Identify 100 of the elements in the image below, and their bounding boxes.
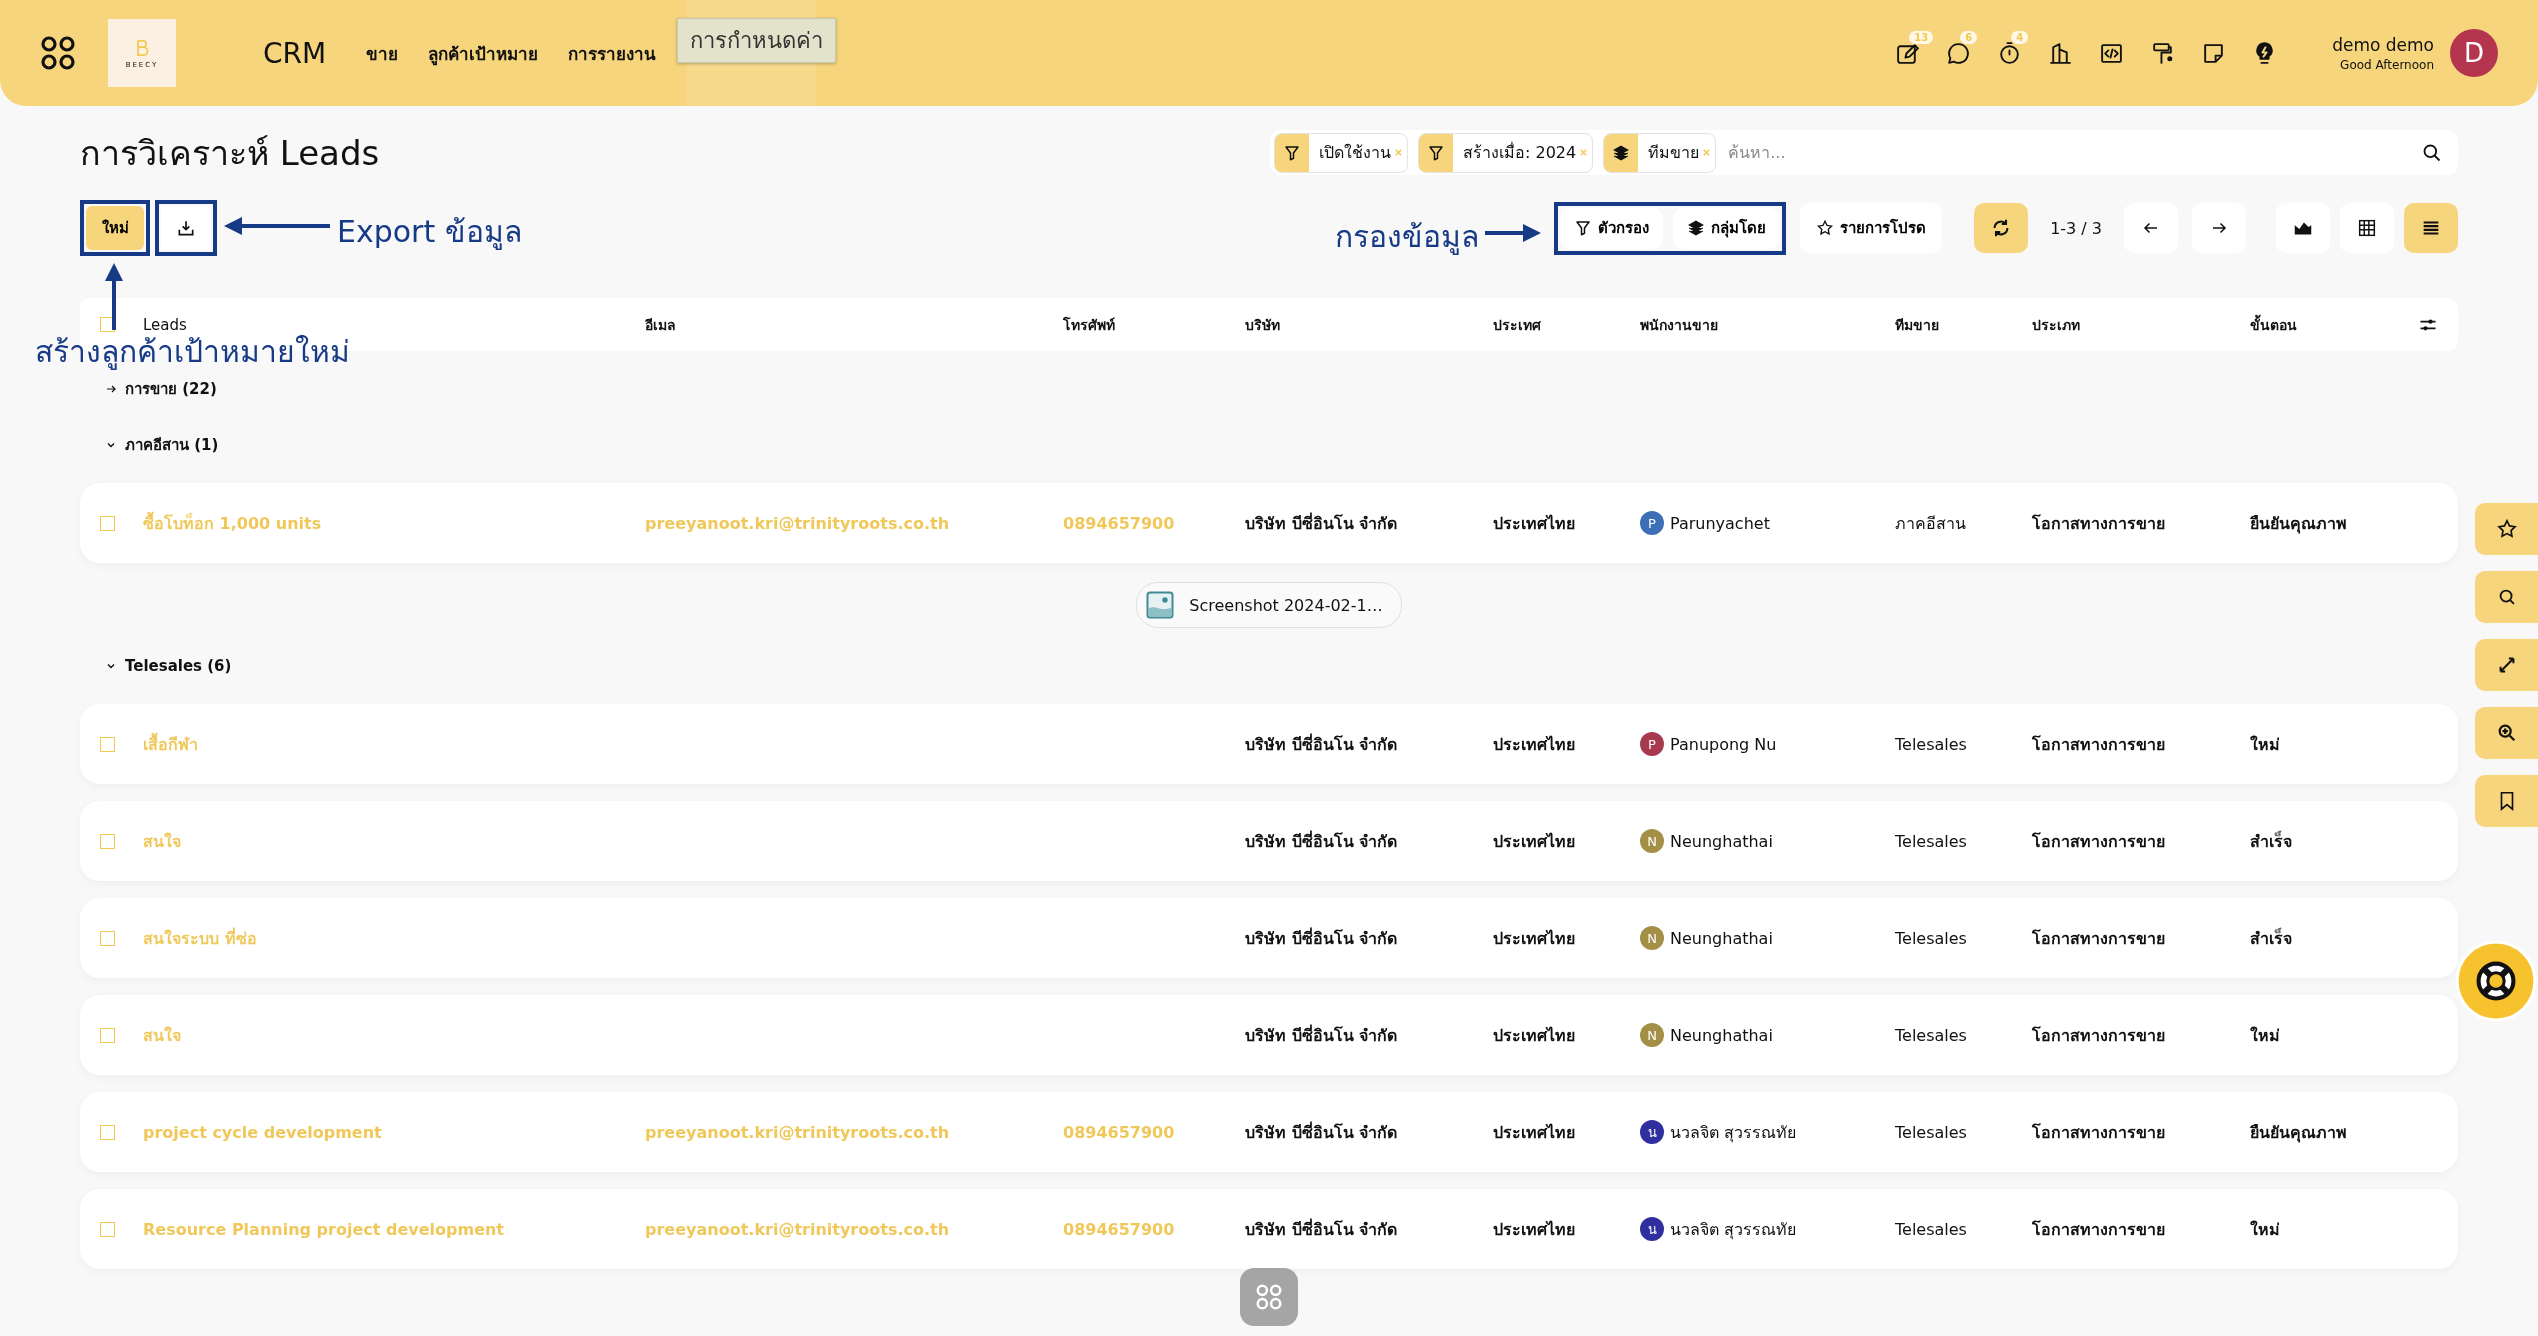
table-row[interactable]: สนใจระบบ ที่ซ่อ บริษัท บีซี่อินโน จำกัด ประเทศไทย N Neunghathai Telesales โอกาสทางการขาย สำเร็จ: [80, 898, 2458, 978]
table-cell-text: ประเทศไทย: [1493, 1218, 1575, 1241]
nav-item[interactable]: ขาย: [366, 39, 399, 67]
lead-name: Resource Planning project development: [143, 1219, 504, 1239]
table-cell: Telesales: [1895, 1122, 1967, 1142]
nav-item[interactable]: การรายงาน: [568, 39, 657, 67]
table-cell-text: สำเร็จ: [2250, 829, 2292, 853]
table-cell-text: ประเทศไทย: [1493, 1024, 1575, 1047]
table-cell-text: ประเทศไทย: [1493, 512, 1575, 535]
group-header[interactable]: ภาคอีสาน (1): [80, 427, 219, 463]
table-row[interactable]: Resource Planning project development preeyanoot.kri@trinityroots.co.th 0894657900 บริษัท บีซี่อินโน จำกัด ประเทศไทย น นวลจิต สุวรรณทัย Telesales โอกาสทางการขาย ใหม่: [80, 1189, 2458, 1269]
side-button[interactable]: [2475, 503, 2538, 555]
layers-icon: [1612, 143, 1631, 162]
table-cell-text: โอกาสทางการขาย: [2032, 1121, 2165, 1144]
chat-bubble-icon[interactable]: [1946, 40, 1972, 66]
user-name[interactable]: demo demo: [2332, 34, 2434, 55]
apps-icon[interactable]: [40, 35, 76, 71]
arrow-right-icon: [105, 383, 117, 395]
view-switch-tab[interactable]: [2404, 203, 2458, 253]
table-cell-text: ใหม่: [2250, 1218, 2280, 1241]
row-checkbox[interactable]: [100, 1124, 115, 1140]
side-button[interactable]: [2475, 707, 2538, 759]
side-button[interactable]: [2475, 775, 2538, 827]
count-badge: 6: [1960, 30, 1978, 44]
column-header[interactable]: บริษัท: [1245, 313, 1493, 336]
screenshot-thumbnail[interactable]: Screenshot 2024-02-1…: [1136, 582, 1402, 628]
filter-facet[interactable]: เปิดใช้งาน: [1274, 132, 1408, 173]
row-checkbox[interactable]: [100, 736, 115, 752]
table-row[interactable]: สนใจ บริษัท บีซี่อินโน จำกัด ประเทศไทย N Neunghathai Telesales โอกาสทางการขาย สำเร็จ: [80, 801, 2458, 881]
column-header[interactable]: ทีมขาย: [1895, 313, 2032, 336]
download-icon: [176, 218, 196, 238]
table-cell-text: โอกาสทางการขาย: [2032, 927, 2165, 950]
search-icon[interactable]: [2422, 142, 2442, 163]
salesperson-name: Neunghathai: [1670, 831, 1773, 851]
table-cell-text: ภาคอีสาน: [1895, 512, 1966, 535]
table-cell-text: ประเทศไทย: [1493, 927, 1575, 950]
nav-item[interactable]: ลูกค้าเป้าหมาย: [428, 39, 539, 67]
table-cell-text: โอกาสทางการขาย: [2032, 733, 2165, 756]
row-checkbox[interactable]: [100, 1221, 115, 1237]
group-by-button[interactable]: กลุ่มโดย: [1673, 207, 1781, 249]
avatar-initial: น: [1640, 1217, 1664, 1241]
app-name[interactable]: CRM: [263, 36, 327, 70]
row-checkbox[interactable]: [100, 1027, 115, 1043]
table-cell: Telesales: [1895, 1025, 1967, 1045]
export-button[interactable]: [161, 206, 211, 250]
salesperson-name: นวลจิต สุวรรณทัย: [1670, 1218, 1797, 1242]
avatar-initial: N: [1640, 926, 1664, 950]
table-row[interactable]: project cycle development preeyanoot.kri@trinityroots.co.th 0894657900 บริษัท บีซี่อินโน จำกัด ประเทศไทย น นวลจิต สุวรรณทัย Telesales โอกาสทางการขาย ยืนยันคุณภาพ: [80, 1092, 2458, 1172]
phone-cell: 0894657900: [1063, 513, 1175, 533]
group-header[interactable]: Telesales (6): [80, 648, 232, 684]
lead-name: project cycle development: [143, 1122, 382, 1142]
email-cell: preeyanoot.kri@trinityroots.co.th: [645, 1219, 950, 1239]
refresh-button[interactable]: [1974, 203, 2029, 253]
filter-icon: [1574, 219, 1593, 237]
table-cell-text: โอกาสทางการขาย: [2032, 830, 2165, 853]
filter-facet[interactable]: ทีมขาย: [1603, 132, 1717, 173]
layers-icon: [1687, 219, 1706, 237]
row-checkbox[interactable]: [100, 930, 115, 946]
new-button[interactable]: ใหม่: [86, 206, 144, 250]
grid-table-icon: [2356, 217, 2378, 239]
table-row[interactable]: เสื้อกีฬา บริษัท บีซี่อินโน จำกัด ประเทศไทย P Panupong Nu Telesales โอกาสทางการขาย ใหม่: [80, 704, 2458, 784]
search-field[interactable]: เปิดใช้งาน สร้างเมื่อ: 2024 ทีมขาย ค้นหา...: [1270, 130, 2458, 175]
salesperson-name: นวลจิต สุวรรณทัย: [1670, 1121, 1797, 1145]
table-cell-text: โอกาสทางการขาย: [2032, 512, 2165, 535]
table-row[interactable]: ซื้อโบท็อก 1,000 units preeyanoot.kri@trinityroots.co.th 0894657900 บริษัท บีซี่อินโน จำกัด ประเทศไทย P Parunyachet ภาคอีสาน โอกาสทางการขาย ยืนยันคุณภาพ: [80, 483, 2458, 563]
column-header[interactable]: โทรศัพท์: [1063, 313, 1245, 336]
view-switch-tab[interactable]: [2340, 203, 2394, 253]
row-checkbox[interactable]: [100, 515, 115, 531]
group-header[interactable]: การขาย (22): [80, 371, 217, 407]
annotation-text: Export ข้อมูล: [337, 213, 522, 252]
filter-button[interactable]: ตัวกรอง: [1560, 207, 1664, 249]
pager-text: 1-3 / 3: [2050, 218, 2102, 238]
avatar-initial: P: [1640, 732, 1664, 756]
column-header[interactable]: อีเมล: [645, 313, 1063, 336]
greeting-text: Good Afternoon: [2340, 57, 2434, 72]
table-row[interactable]: สนใจ บริษัท บีซี่อินโน จำกัด ประเทศไทย N Neunghathai Telesales โอกาสทางการขาย ใหม่: [80, 995, 2458, 1075]
table-cell-text: ประเทศไทย: [1493, 1121, 1575, 1144]
lifebuoy-button[interactable]: [2455, 940, 2537, 1022]
favorites-button[interactable]: รายการโปรด: [1800, 203, 1943, 253]
column-header[interactable]: ประเทศ: [1493, 313, 1640, 336]
column-header[interactable]: ประเภท: [2032, 313, 2250, 336]
row-checkbox[interactable]: [100, 833, 115, 849]
table-cell-text: ยืนยันคุณภาพ: [2250, 1121, 2347, 1145]
salesperson-name: Parunyachet: [1670, 513, 1770, 533]
filter-facet[interactable]: สร้างเมื่อ: 2024: [1418, 132, 1594, 173]
logo-mark-icon: [134, 37, 150, 58]
table-cell-text: บริษัท บีซี่อินโน จำกัด: [1245, 926, 1398, 950]
table-cell-text: บริษัท บีซี่อินโน จำกัด: [1245, 511, 1398, 535]
user-avatar[interactable]: D: [2450, 29, 2498, 77]
table-cell-text: บริษัท บีซี่อินโน จำกัด: [1245, 1120, 1398, 1144]
table-cell-text: โอกาสทางการขาย: [2032, 1218, 2165, 1241]
table-cell-text: สำเร็จ: [2250, 926, 2292, 950]
page-title: การวิเคราะห์ Leads: [80, 131, 380, 175]
column-header[interactable]: ขั้นตอน: [2250, 313, 2418, 336]
building-icon[interactable]: [2048, 40, 2074, 66]
star-icon: [2495, 518, 2518, 540]
salesperson-name: Neunghathai: [1670, 1025, 1773, 1045]
column-header[interactable]: Leads: [143, 315, 645, 334]
view-switch-tab[interactable]: [2276, 203, 2330, 253]
column-header[interactable]: พนักงานขาย: [1640, 313, 1895, 336]
